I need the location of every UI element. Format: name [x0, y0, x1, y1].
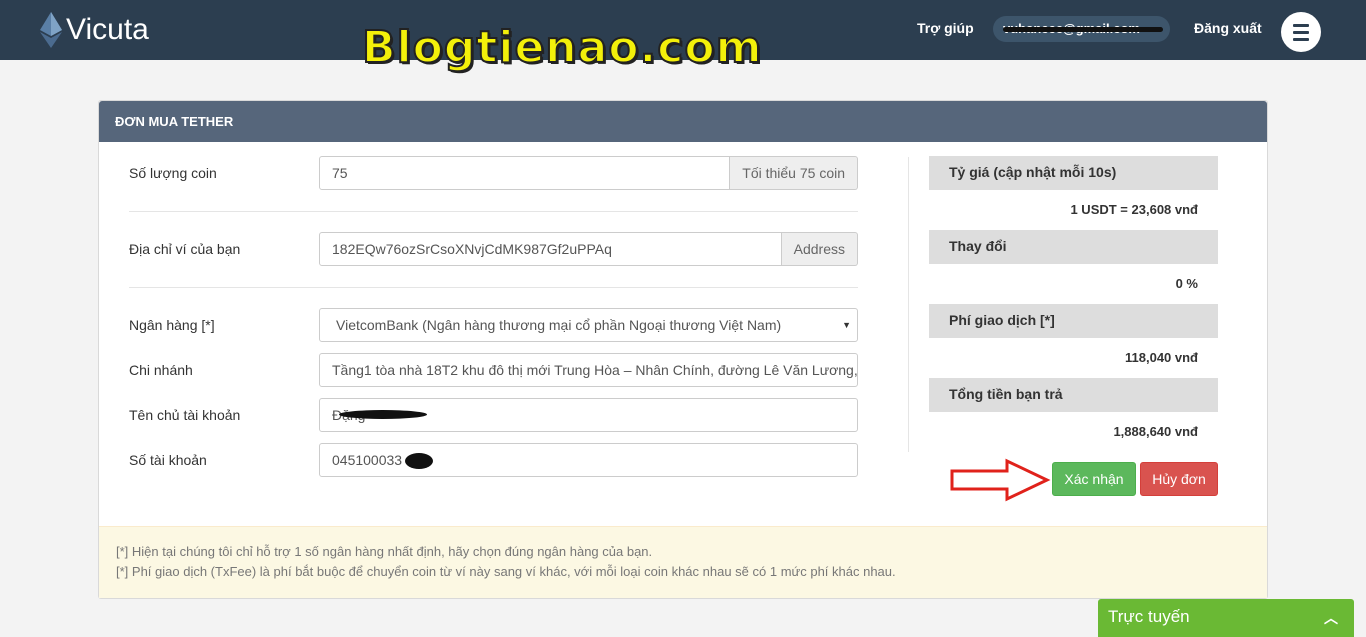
bank-label: Ngân hàng [*] — [129, 317, 215, 333]
divider — [129, 211, 858, 212]
watermark-text: Blogtienao.com — [361, 21, 763, 74]
chevron-up-icon[interactable]: ︿ — [1324, 608, 1338, 628]
coin-amount-addon: Tối thiểu 75 coin — [730, 156, 858, 190]
logo-text: Vicuta — [66, 13, 149, 46]
branch-label: Chi nhánh — [129, 362, 193, 378]
account-input[interactable]: 045100033 — [319, 443, 858, 477]
chat-label: Trực tuyến — [1108, 607, 1190, 626]
total-header: Tổng tiền bạn trả — [929, 378, 1218, 412]
red-arrow-annotation-icon — [950, 458, 1051, 502]
bank-select[interactable]: VietcomBank (Ngân hàng thương mại cổ phầ… — [319, 308, 858, 342]
fee-header: Phí giao dịch [*] — [929, 304, 1218, 338]
account-label: Số tài khoản — [129, 452, 207, 468]
coin-amount-label: Số lượng coin — [129, 165, 217, 181]
notice-box: [*] Hiện tại chúng tôi chỉ hỗ trợ 1 số n… — [99, 526, 1267, 598]
logo[interactable]: Vicuta — [40, 10, 149, 50]
logout-link[interactable]: Đăng xuất — [1194, 20, 1262, 36]
divider — [129, 287, 858, 288]
caret-down-icon: ▼ — [842, 320, 851, 330]
notice-line: [*] Hiện tại chúng tôi chỉ hỗ trợ 1 số n… — [116, 544, 653, 559]
rate-value: 1 USDT = 23,608 vnđ — [1070, 202, 1198, 217]
wallet-group: 182EQw76ozSrCsoXNvjCdMK987Gf2uPPAq Addre… — [319, 232, 858, 266]
user-email-badge[interactable]: vuhanccc@gmail.com — [993, 16, 1170, 42]
change-value: 0 % — [1175, 276, 1198, 291]
panel-title: ĐƠN MUA TETHER — [99, 101, 1267, 142]
branch-input[interactable]: Tầng1 tòa nhà 18T2 khu đô thị mới Trung … — [319, 353, 858, 387]
order-panel: ĐƠN MUA TETHER Số lượng coin 75 Tối thiể… — [98, 100, 1268, 599]
live-chat-widget[interactable]: Trực tuyến ︿ — [1098, 599, 1354, 637]
top-navbar: Vicuta Blogtienao.com Trợ giúp vuhanccc@… — [0, 0, 1366, 74]
ethereum-logo-icon — [40, 12, 62, 48]
coin-amount-group: 75 Tối thiểu 75 coin — [319, 156, 858, 190]
wallet-addon: Address — [781, 232, 858, 266]
cancel-order-button[interactable]: Hủy đơn — [1140, 462, 1218, 496]
rate-header: Tỷ giá (cập nhật mỗi 10s) — [929, 156, 1218, 190]
holder-label: Tên chủ tài khoản — [129, 407, 241, 423]
help-link[interactable]: Trợ giúp — [917, 20, 974, 36]
fee-value: 118,040 vnđ — [1125, 350, 1198, 365]
bank-selected-value: VietcomBank (Ngân hàng thương mại cổ phầ… — [336, 317, 782, 333]
confirm-button[interactable]: Xác nhận — [1052, 462, 1136, 496]
notice-line: [*] Phí giao dịch (TxFee) là phí bắt buộ… — [116, 564, 896, 579]
change-header: Thay đổi — [929, 230, 1218, 264]
coin-amount-input[interactable]: 75 — [319, 156, 731, 190]
total-value: 1,888,640 vnđ — [1113, 424, 1198, 439]
hamburger-icon[interactable] — [1281, 12, 1321, 52]
account-redaction — [405, 453, 433, 469]
holder-redaction — [339, 410, 427, 419]
wallet-address-input[interactable]: 182EQw76ozSrCsoXNvjCdMK987Gf2uPPAq — [319, 232, 782, 266]
wallet-label: Địa chỉ ví của bạn — [129, 241, 241, 257]
email-redaction — [1003, 27, 1163, 32]
vertical-divider — [908, 157, 909, 452]
